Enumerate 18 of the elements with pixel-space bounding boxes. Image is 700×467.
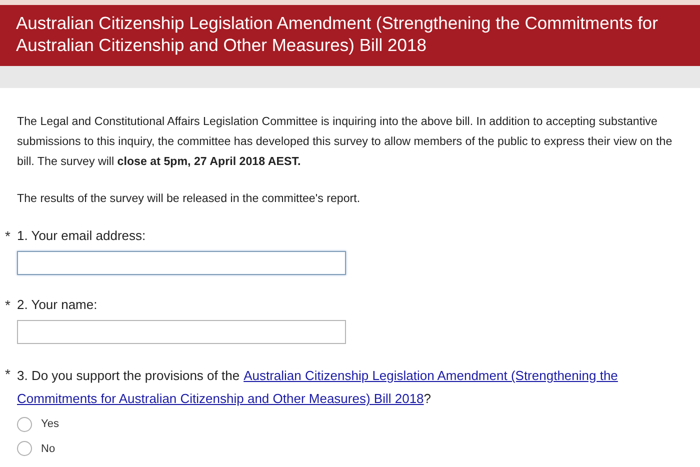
question-mark: ? [424,390,432,408]
question-label: 1. Your email address: [17,227,146,245]
intro-paragraph: The Legal and Constitutional Affairs Legislation Committee is inquiring into the above bill. In addition to accepting substantive submissions to this inquiry, the committee has developed this survey to allow members of the public to express their view on the bill. The survey will close at 5pm, 27 April 2018 AEST. [16,114,674,170]
option-label: Yes [41,417,59,432]
text-input-field[interactable] [17,320,346,344]
required-mark: * [5,365,12,384]
bill-link[interactable]: Australian Citizenship Legislation Amendment (Strengthening the [244,364,618,387]
required-mark: * [5,296,12,315]
radio-button[interactable] [17,416,32,432]
intro-paragraph: The results of the survey will be released in the committee's report. [16,191,362,207]
page-title: Australian Citizenship Legislation Amendment (Strengthening the Commitments for Australian Citizenship and Other Measures) Bill 2018 [16,12,659,56]
bill-link[interactable]: Commitments for Australian Citizenship and Other Measures) Bill 2018 [17,387,424,410]
question-label: 2. Your name: [17,296,98,314]
required-mark: * [5,227,12,246]
text-input-field[interactable] [17,251,346,275]
option-label: No [41,442,56,456]
question-label: 3. Do you support the provisions of the [17,367,240,385]
radio-button[interactable] [17,441,32,456]
